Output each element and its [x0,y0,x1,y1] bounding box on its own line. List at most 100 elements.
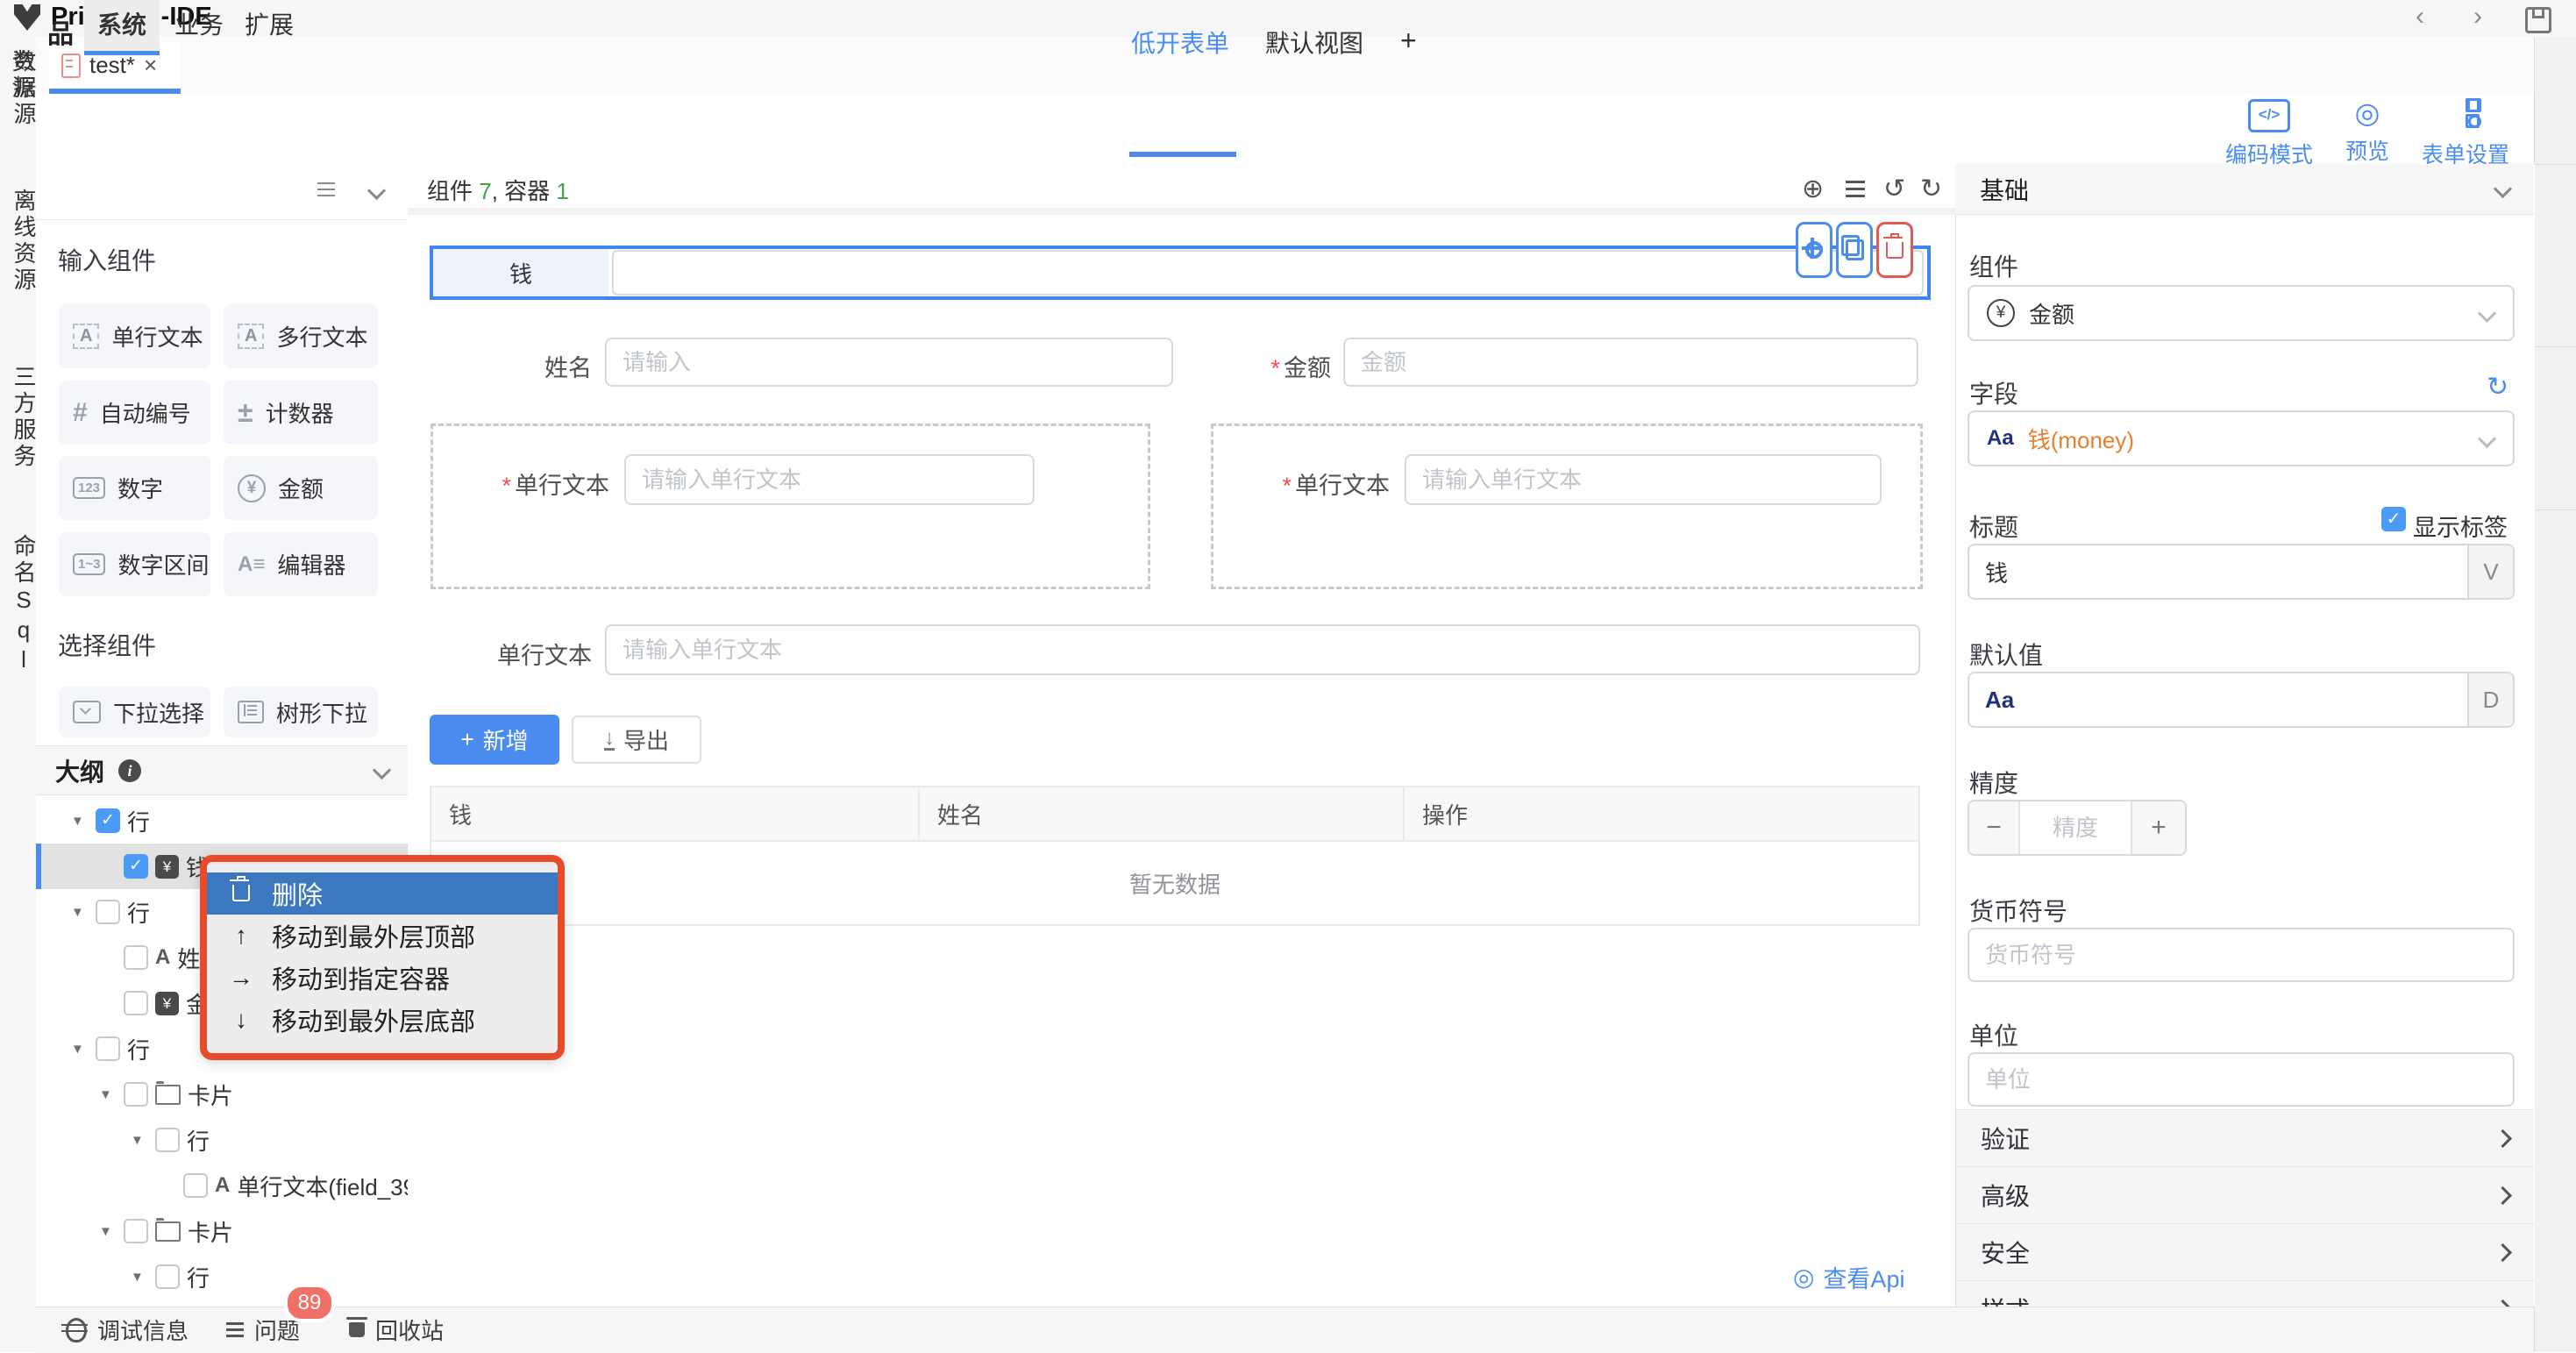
checkbox-checked[interactable]: ✓ [124,854,148,879]
tab-default-view[interactable]: 默认视图 [1265,25,1363,60]
export-button[interactable]: ↓ 导出 [572,716,701,764]
checkbox-checked[interactable]: ✓ [96,808,120,833]
redo-icon[interactable]: ↻ [1920,174,1942,204]
component-settings-button[interactable] [1796,222,1832,278]
checkbox-unchecked[interactable]: ✓ [124,991,148,1015]
file-icon [61,53,81,78]
caret-down-icon[interactable]: ▼ [71,814,89,829]
section-validation[interactable]: 验证 [1956,1109,2534,1166]
caret-down-icon[interactable]: ▼ [131,1133,148,1148]
field-dropdown[interactable]: Aa 钱(money) [1968,410,2515,466]
palette-item-dropdown-select[interactable]: 下拉选择 [59,687,210,737]
currency-symbol-input[interactable] [1968,928,2515,982]
recycle-bin-button[interactable]: 回收站 [349,1314,444,1346]
checkbox-unchecked[interactable]: ✓ [124,1219,148,1243]
debug-info-button[interactable]: 调试信息 [66,1314,189,1346]
add-row-button[interactable]: + 新增 [430,715,559,765]
caret-down-icon[interactable]: ▼ [71,905,89,920]
close-icon[interactable]: × [144,52,157,79]
checkbox-unchecked[interactable]: ✓ [96,900,120,924]
outline-row-row4[interactable]: ▼ ✓ 行 [36,1117,408,1163]
outline-row-card1[interactable]: ▼ ✓ 卡片 [36,1072,408,1117]
outline-collapse-chevron-icon[interactable] [373,761,391,780]
tab-business[interactable]: 业务 [168,0,230,51]
palette-item-number[interactable]: 123 数字 [59,456,210,520]
palette-item-number-range[interactable]: 1~3 数字区间 [59,532,210,596]
menu-item-move-to-top[interactable]: ↑ 移动到最外层顶部 [207,915,558,957]
outline-row-row5[interactable]: ▼ ✓ 行 [36,1254,408,1300]
checkbox-unchecked[interactable]: ✓ [155,1264,180,1289]
palette-item-counter[interactable]: ± 计数器 [224,381,378,445]
single-text-input[interactable] [605,624,1920,675]
caret-down-icon[interactable]: ▼ [99,1087,117,1102]
component-copy-button[interactable] [1836,222,1873,278]
palette-item-auto-number[interactable]: # 自动编号 [59,381,210,445]
card-right-input[interactable] [1405,454,1882,505]
menu-item-move-to-bottom[interactable]: ↓ 移动到最外层底部 [207,999,558,1041]
caret-down-icon[interactable]: ▼ [131,1270,148,1285]
section-advanced[interactable]: 高级 [1956,1166,2534,1223]
checkbox-unchecked[interactable]: ✓ [124,1082,148,1107]
precision-input[interactable] [2020,802,2131,853]
outline-row-row1[interactable]: ▼ ✓ 行 [36,798,408,844]
components-icon[interactable]: 品 [47,12,74,51]
problems-badge: 89 [284,1284,335,1322]
plus-button[interactable]: + [2131,801,2185,854]
card-left-input[interactable] [624,454,1035,505]
default-value-button[interactable]: D [2467,673,2513,726]
menu-item-delete[interactable]: 删除 [207,872,558,915]
outline-toggle-icon[interactable] [1846,181,1865,183]
unit-label: 单位 [1969,1017,2018,1052]
palette-item-tree-dropdown[interactable]: 树形下拉 [224,687,378,737]
code-icon: </> [2248,99,2290,132]
outline-header[interactable]: 大纲 i [36,745,408,795]
inspector-collapse-chevron-icon[interactable] [2494,180,2512,198]
amount-input[interactable] [1343,338,1918,387]
palette-item-editor[interactable]: A≡ 编辑器 [224,532,378,596]
palette-item-multi-line-text[interactable]: A 多行文本 [224,304,378,368]
card-container-right[interactable] [1211,424,1923,589]
component-dropdown[interactable]: ¥ 金额 [1968,285,2515,341]
selected-money-component[interactable]: 钱 [430,246,1931,300]
undo-icon[interactable]: ↺ [1883,174,1905,204]
checkbox-unchecked[interactable]: ✓ [155,1128,180,1152]
inspector-title: 基础 [1980,172,2029,207]
show-label-checkbox[interactable]: ✓ [2381,507,2406,531]
inspector-header[interactable]: 基础 [1955,164,2534,215]
tab-extension[interactable]: 扩展 [238,0,300,51]
problems-button[interactable]: 问题 [226,1314,300,1346]
caret-down-icon[interactable]: ▼ [71,1042,89,1057]
palette-item-single-line-text[interactable]: A 单行文本 [59,304,210,368]
palette-menu-icon[interactable] [317,189,335,190]
checkbox-unchecked[interactable]: ✓ [96,1036,120,1061]
palette-item-money[interactable]: ¥ 金额 [224,456,378,520]
forward-icon[interactable]: › [2460,2,2495,32]
outline-row-card2[interactable]: ▼ ✓ 卡片 [36,1208,408,1254]
view-api-link[interactable]: ◎ 查看Api [1793,1260,1904,1294]
add-view-button[interactable]: + [1400,25,1417,57]
save-icon[interactable] [2525,7,2551,33]
form-settings-button[interactable]: 表单设置 [2413,98,2518,169]
component-delete-button[interactable] [1876,222,1913,278]
minus-button[interactable]: − [1969,801,2020,854]
name-input[interactable] [605,338,1173,387]
checkbox-unchecked[interactable]: ✓ [124,945,148,970]
title-variable-button[interactable]: V [2467,545,2513,598]
checkbox-unchecked[interactable]: ✓ [183,1173,208,1198]
refresh-icon[interactable]: ↻ [2487,372,2508,402]
code-mode-button[interactable]: </> 编码模式 [2217,98,2322,169]
preview-button[interactable]: ◎ 预览 [2315,98,2420,166]
outline-row-field391[interactable]: ✓ A 单行文本(field_391 [36,1163,408,1208]
default-value-input[interactable] [1969,674,2467,725]
money-input[interactable] [612,250,1924,296]
tab-system[interactable]: 系统 [84,0,160,55]
section-security[interactable]: 安全 [1956,1223,2534,1280]
unit-input[interactable] [1968,1052,2515,1107]
globe-icon[interactable]: ⊕ [1802,174,1824,204]
menu-item-move-to-container[interactable]: → 移动到指定容器 [207,957,558,999]
back-icon[interactable]: ‹ [2402,2,2437,32]
tab-low-code-form[interactable]: 低开表单 [1131,25,1229,60]
title-input[interactable] [1969,546,2467,597]
card-container-left[interactable] [431,424,1150,589]
caret-down-icon[interactable]: ▼ [99,1224,117,1239]
